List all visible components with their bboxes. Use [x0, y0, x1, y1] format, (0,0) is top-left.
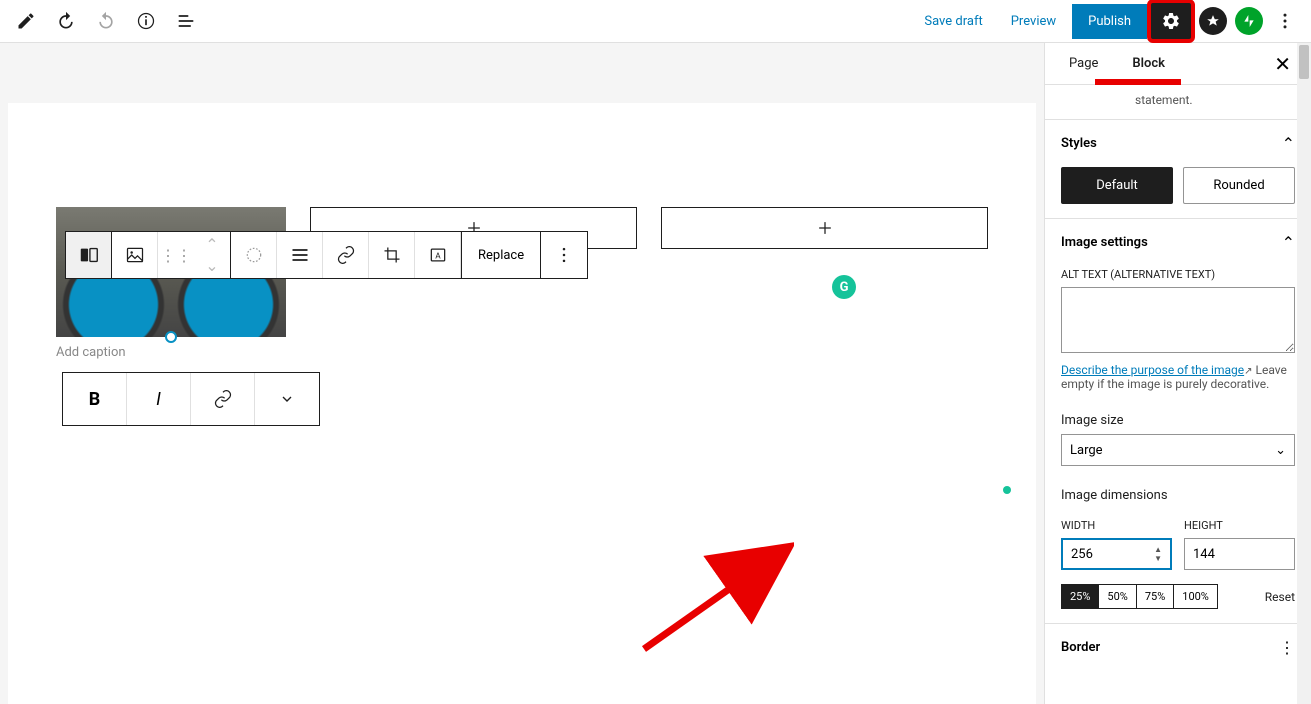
caption-more-button[interactable] [255, 373, 319, 425]
preset-75[interactable]: 75% [1137, 585, 1174, 608]
image-settings-header[interactable]: Image settings ⌃ [1061, 233, 1295, 252]
styles-panel: Styles ⌃ Default Rounded [1045, 119, 1311, 218]
align-button[interactable] [231, 232, 277, 278]
sidebar-body: statement. Styles ⌃ Default Rounded Imag… [1045, 85, 1311, 704]
image-size-label: Image size [1061, 413, 1295, 428]
more-menu-button[interactable] [1267, 3, 1303, 39]
outline-button[interactable] [168, 3, 204, 39]
chevron-up-icon: ⌃ [1282, 134, 1295, 153]
column-1: Add caption [56, 207, 286, 360]
info-button[interactable] [128, 3, 164, 39]
describe-link[interactable]: Describe the purpose of the image [1061, 363, 1244, 377]
column-2 [310, 207, 637, 360]
chevron-down-icon: ⌄ [1275, 443, 1286, 458]
column-3 [661, 207, 988, 360]
sidebar-tabs: Page Block ✕ [1045, 43, 1311, 85]
alt-help-text: Describe the purpose of the image↗ Leave… [1061, 363, 1295, 391]
annotation-underline [1095, 79, 1181, 85]
styles-title: Styles [1061, 136, 1097, 151]
reset-button[interactable]: Reset [1265, 590, 1295, 604]
plugin-badge[interactable] [1199, 7, 1227, 35]
crop-button[interactable] [369, 232, 415, 278]
border-header[interactable]: Border ⋮ [1061, 638, 1295, 657]
width-input[interactable]: 256 ▲▼ [1061, 538, 1172, 570]
preview-button[interactable]: Preview [999, 6, 1068, 37]
alt-text-label: ALT TEXT (ALTERNATIVE TEXT) [1061, 268, 1295, 281]
preset-group: 25% 50% 75% 100% [1061, 584, 1218, 609]
editor-canvas: ⋮⋮ ⌃⌄ A Replace Add caption [0, 43, 1044, 704]
external-icon: ↗ [1244, 366, 1252, 377]
header-right-actions: Save draft Preview Publish [912, 3, 1303, 39]
preset-50[interactable]: 50% [1099, 585, 1136, 608]
drag-handle[interactable]: ⋮⋮ [158, 232, 194, 278]
image-settings-panel: Image settings ⌃ ALT TEXT (ALTERNATIVE T… [1045, 218, 1311, 623]
resize-handle-bottom[interactable] [165, 331, 177, 343]
edit-tool-button[interactable] [8, 3, 44, 39]
image-style-button[interactable] [112, 232, 158, 278]
italic-button[interactable]: I [127, 373, 191, 425]
caption-link-button[interactable] [191, 373, 255, 425]
add-block-button[interactable] [661, 207, 988, 249]
bold-button[interactable]: B [63, 373, 127, 425]
width-stepper[interactable]: ▲▼ [1154, 545, 1162, 563]
width-value: 256 [1071, 547, 1093, 562]
block-toolbar: ⋮⋮ ⌃⌄ A Replace [65, 231, 588, 279]
block-description: statement. [1045, 85, 1311, 119]
replace-button[interactable]: Replace [461, 232, 541, 278]
alt-text-input[interactable] [1061, 287, 1295, 353]
border-title: Border [1061, 640, 1100, 655]
style-default-button[interactable]: Default [1061, 167, 1173, 204]
close-sidebar-button[interactable]: ✕ [1270, 48, 1295, 80]
svg-text:A: A [435, 251, 441, 261]
block-more-button[interactable] [541, 232, 587, 278]
preset-100[interactable]: 100% [1174, 585, 1217, 608]
link-button[interactable] [323, 232, 369, 278]
image-settings-title: Image settings [1061, 235, 1148, 250]
editor-header: Save draft Preview Publish [0, 0, 1311, 43]
dimensions-label: Image dimensions [1061, 488, 1295, 503]
move-updown[interactable]: ⌃⌄ [194, 232, 230, 278]
border-panel: Border ⋮ [1045, 623, 1311, 671]
redo-button[interactable] [88, 3, 124, 39]
style-rounded-button[interactable]: Rounded [1183, 167, 1295, 204]
height-input[interactable]: 144 [1184, 538, 1295, 570]
caption-placeholder[interactable]: Add caption [56, 345, 286, 360]
image-size-select[interactable]: Large ⌄ [1061, 434, 1295, 466]
publish-button[interactable]: Publish [1072, 4, 1147, 39]
styles-header[interactable]: Styles ⌃ [1061, 134, 1295, 153]
main-area: ⋮⋮ ⌃⌄ A Replace Add caption [0, 43, 1311, 704]
undo-button[interactable] [48, 3, 84, 39]
image-size-value: Large [1070, 443, 1103, 458]
height-label: HEIGHT [1184, 519, 1295, 532]
block-type-button[interactable] [66, 232, 112, 278]
tab-page[interactable]: Page [1061, 44, 1106, 83]
settings-sidebar: Page Block ✕ statement. Styles ⌃ Default… [1044, 43, 1311, 704]
caption-toolbar: B I [62, 372, 320, 426]
save-draft-button[interactable]: Save draft [912, 6, 994, 37]
height-value: 144 [1193, 547, 1215, 562]
preset-25[interactable]: 25% [1062, 585, 1099, 608]
scrollbar-thumb[interactable] [1299, 45, 1309, 79]
status-dot [1003, 486, 1011, 494]
header-left-tools [8, 3, 204, 39]
vertical-scrollbar[interactable] [1297, 43, 1311, 704]
settings-button[interactable] [1151, 3, 1191, 39]
grammarly-badge[interactable]: G [832, 275, 856, 299]
tab-block[interactable]: Block [1124, 44, 1173, 83]
more-icon: ⋮ [1279, 638, 1295, 657]
canvas-inner[interactable]: ⋮⋮ ⌃⌄ A Replace Add caption [8, 103, 1036, 704]
text-align-button[interactable] [277, 232, 323, 278]
text-overlay-button[interactable]: A [415, 232, 461, 278]
chevron-up-icon: ⌃ [1282, 233, 1295, 252]
jetpack-badge[interactable] [1235, 7, 1263, 35]
width-label: WIDTH [1061, 519, 1172, 532]
